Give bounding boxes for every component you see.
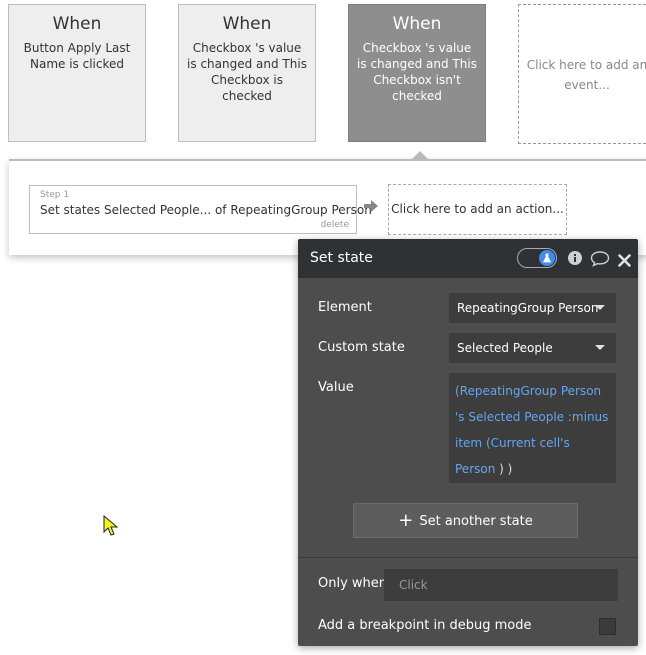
- breakpoint-label: Add a breakpoint in debug mode: [318, 618, 532, 633]
- chevron-down-icon: [595, 345, 605, 350]
- mouse-cursor-icon: [103, 514, 119, 541]
- add-action-button[interactable]: Click here to add an action...: [388, 184, 567, 235]
- step-delete-link[interactable]: delete: [321, 220, 349, 230]
- action-enabled-toggle[interactable]: [517, 248, 557, 268]
- custom-state-value: Selected People: [457, 341, 553, 355]
- comment-icon[interactable]: [590, 250, 610, 271]
- step-1-card[interactable]: Step 1 Set states Selected People... of …: [29, 185, 372, 234]
- event-when-label: When: [392, 14, 442, 34]
- arrow-right-icon: [363, 198, 379, 217]
- event-description: Button Apply Last Name is clicked: [23, 41, 131, 71]
- element-value: RepeatingGroup Person: [457, 301, 599, 315]
- event-when-label: When: [52, 14, 102, 34]
- section-divider: [298, 557, 638, 558]
- event-card-3-selected[interactable]: When Checkbox 's value is changed and Th…: [348, 4, 486, 142]
- info-icon[interactable]: [567, 250, 583, 270]
- set-another-state-button[interactable]: + Set another state: [353, 503, 578, 538]
- set-another-label: Set another state: [419, 514, 533, 529]
- plus-icon: +: [398, 510, 414, 531]
- custom-state-dropdown[interactable]: Selected People: [449, 333, 616, 363]
- set-state-popup: Set state Element RepeatingGroup Person …: [298, 239, 638, 646]
- popup-title: Set state: [310, 250, 373, 266]
- only-when-input[interactable]: Click: [384, 569, 618, 601]
- element-dropdown[interactable]: RepeatingGroup Person: [449, 293, 616, 323]
- expression-close: ) ): [495, 462, 513, 476]
- custom-state-label: Custom state: [318, 340, 405, 355]
- expression-paren: (: [482, 436, 491, 450]
- event-when-label: When: [222, 14, 272, 34]
- flask-icon: [539, 250, 555, 266]
- step-title: Set states Selected People... of Repeati…: [40, 203, 372, 217]
- event-card-1[interactable]: When Button Apply Last Name is clicked: [8, 4, 146, 142]
- event-description: Checkbox 's value is changed and This Ch…: [357, 41, 477, 103]
- element-label: Element: [318, 300, 372, 315]
- value-expression-editor[interactable]: (RepeatingGroup Person 's Selected Peopl…: [449, 373, 616, 483]
- only-when-label: Only when: [318, 576, 388, 591]
- chevron-down-icon: [595, 305, 605, 310]
- step-number: Step 1: [40, 190, 70, 200]
- add-event-button[interactable]: Click here to add an event...: [518, 4, 646, 144]
- event-card-2[interactable]: When Checkbox 's value is changed and Th…: [178, 4, 316, 142]
- value-label: Value: [318, 380, 354, 395]
- breakpoint-checkbox[interactable]: [599, 618, 616, 635]
- popup-header: Set state: [298, 239, 638, 278]
- close-icon[interactable]: [618, 252, 631, 271]
- event-description: Checkbox 's value is changed and This Ch…: [187, 41, 307, 103]
